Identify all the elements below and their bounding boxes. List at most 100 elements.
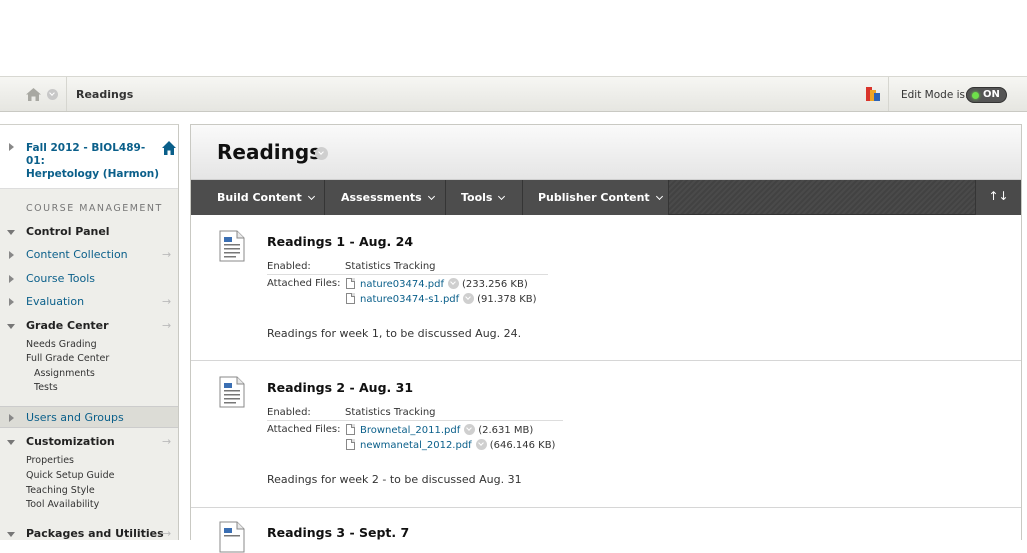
page-title: Readings — [217, 140, 322, 164]
tools-label: Tools — [461, 191, 493, 204]
attached-file: newmanetal_2012.pdf (646.146 KB) — [346, 439, 555, 451]
attached-file: nature03474-s1.pdf (91.378 KB) — [346, 293, 537, 305]
divider — [888, 77, 889, 111]
sidebar-subitem-teaching-style[interactable]: Teaching Style — [26, 485, 95, 496]
sidebar-subitem-tool-availability[interactable]: Tool Availability — [26, 499, 99, 510]
attached-files-label: Attached Files: — [267, 278, 341, 289]
expand-arrow-icon[interactable] — [9, 414, 14, 422]
file-link[interactable]: Brownetal_2011.pdf — [360, 425, 460, 436]
content-item: Readings 3 - Sept. 7 — [191, 509, 1021, 553]
guide-icon[interactable] — [866, 87, 880, 101]
sidebar-item-label: Control Panel — [26, 225, 110, 238]
content-item: Readings 2 - Aug. 31 Enabled: Statistics … — [191, 362, 1021, 508]
chevron-down-icon — [307, 192, 315, 201]
go-arrow-icon[interactable]: → — [162, 319, 171, 332]
page-title-bar: Readings — [191, 125, 1021, 180]
sidebar-subitem-full-grade-center[interactable]: Full Grade Center — [26, 353, 109, 364]
sidebar-subitem-needs-grading[interactable]: Needs Grading — [26, 339, 97, 350]
chevron-down-icon[interactable] — [464, 424, 476, 435]
course-title[interactable]: Fall 2012 - BIOL489-01: Herpetology (Har… — [26, 142, 161, 181]
chevron-down-icon[interactable] — [447, 278, 459, 289]
go-arrow-icon[interactable]: → — [162, 248, 171, 261]
course-management-heading: COURSE MANAGEMENT — [26, 203, 163, 214]
item-description: Readings for week 2 - to be discussed Au… — [267, 473, 522, 486]
chevron-down-icon[interactable] — [463, 293, 475, 304]
chevron-down-icon — [427, 192, 435, 201]
file-link[interactable]: nature03474-s1.pdf — [360, 294, 459, 305]
go-arrow-icon[interactable]: → — [162, 435, 171, 448]
sidebar-item-grade-center[interactable]: Grade Center → — [0, 316, 178, 336]
sidebar-item-customization[interactable]: Customization → — [0, 432, 178, 452]
item-enabled-row: Enabled: Statistics Tracking — [267, 261, 436, 272]
expand-arrow-icon[interactable] — [9, 251, 14, 259]
sidebar-subitem-tests[interactable]: Tests — [34, 382, 58, 393]
enabled-value: Statistics Tracking — [345, 407, 436, 418]
content-item: Readings 1 - Aug. 24 Enabled: Statistics … — [191, 216, 1021, 361]
chevron-down-icon[interactable] — [47, 89, 58, 100]
item-title[interactable]: Readings 2 - Aug. 31 — [267, 380, 413, 395]
collapse-arrow-icon[interactable] — [7, 532, 15, 537]
expand-arrow-icon[interactable] — [9, 143, 14, 151]
sidebar-item-control-panel[interactable]: Control Panel — [0, 222, 178, 242]
action-bar: Build Content Assessments Tools Publishe… — [191, 180, 1021, 215]
file-icon — [346, 293, 355, 304]
sidebar-item-packages-and-utilities[interactable]: Packages and Utilities → — [0, 524, 178, 544]
collapse-arrow-icon[interactable] — [7, 440, 15, 445]
assessments-button[interactable]: Assessments — [325, 180, 446, 215]
collapse-arrow-icon[interactable] — [7, 324, 15, 329]
file-size: (646.146 KB) — [489, 440, 556, 451]
sidebar-item-content-collection[interactable]: Content Collection → — [0, 245, 178, 265]
sidebar-item-label: Users and Groups — [26, 411, 124, 424]
publisher-content-label: Publisher Content — [538, 191, 650, 204]
sidebar-subitem-properties[interactable]: Properties — [26, 455, 74, 466]
attached-file: Brownetal_2011.pdf (2.631 MB) — [346, 424, 533, 436]
file-icon — [346, 424, 355, 435]
sidebar-item-label: Customization — [26, 435, 115, 448]
publisher-content-button[interactable]: Publisher Content — [523, 180, 669, 215]
course-home-icon[interactable] — [162, 141, 176, 155]
course-title-line2: Herpetology (Harmon) — [26, 168, 160, 180]
document-icon — [219, 230, 245, 262]
content-area: Readings Build Content Assessments Tools… — [190, 124, 1022, 553]
file-size: (91.378 KB) — [477, 294, 537, 305]
expand-arrow-icon[interactable] — [9, 298, 14, 306]
item-title[interactable]: Readings 1 - Aug. 24 — [267, 234, 413, 249]
divider — [267, 420, 563, 421]
divider — [66, 77, 67, 111]
enabled-value: Statistics Tracking — [345, 261, 436, 272]
sidebar-item-label: Packages and Utilities — [26, 527, 164, 540]
document-icon — [219, 376, 245, 408]
item-description: Readings for week 1, to be discussed Aug… — [267, 327, 522, 340]
chevron-down-icon[interactable] — [475, 439, 487, 450]
tools-button[interactable]: Tools — [446, 180, 523, 215]
expand-arrow-icon[interactable] — [9, 275, 14, 283]
chevron-down-icon[interactable] — [315, 147, 328, 160]
go-arrow-icon[interactable]: → — [162, 527, 171, 540]
file-link[interactable]: newmanetal_2012.pdf — [360, 440, 472, 451]
file-link[interactable]: nature03474.pdf — [360, 279, 444, 290]
item-title[interactable]: Readings 3 - Sept. 7 — [267, 525, 409, 540]
edit-mode-toggle[interactable]: ON — [966, 87, 1007, 103]
sidebar-item-course-tools[interactable]: Course Tools — [0, 269, 178, 289]
home-icon[interactable] — [26, 88, 41, 101]
file-icon — [346, 439, 355, 450]
enabled-label: Enabled: — [267, 261, 311, 272]
file-size: (2.631 MB) — [478, 425, 534, 436]
collapse-arrow-icon[interactable] — [7, 230, 15, 235]
sidebar-subitem-assignments[interactable]: Assignments — [34, 368, 95, 379]
sidebar-subitem-quick-setup-guide[interactable]: Quick Setup Guide — [26, 470, 114, 481]
reorder-icon[interactable]: ↑↓ — [975, 180, 1021, 215]
edit-mode-state: ON — [983, 89, 1000, 100]
go-arrow-icon[interactable]: → — [162, 295, 171, 308]
course-title-block[interactable]: Fall 2012 - BIOL489-01: Herpetology (Har… — [0, 125, 178, 189]
file-icon — [346, 278, 355, 289]
enabled-label: Enabled: — [267, 407, 311, 418]
sidebar-item-evaluation[interactable]: Evaluation → — [0, 292, 178, 312]
chevron-down-icon — [498, 192, 506, 201]
course-title-line1: Fall 2012 - BIOL489-01: — [26, 142, 146, 167]
sidebar-item-users-and-groups[interactable]: Users and Groups — [0, 408, 178, 428]
file-size: (233.256 KB) — [461, 279, 528, 290]
breadcrumb-bar: Readings Edit Mode is: ON — [0, 76, 1027, 112]
item-enabled-row: Enabled: Statistics Tracking — [267, 407, 436, 418]
build-content-button[interactable]: Build Content — [191, 180, 325, 215]
